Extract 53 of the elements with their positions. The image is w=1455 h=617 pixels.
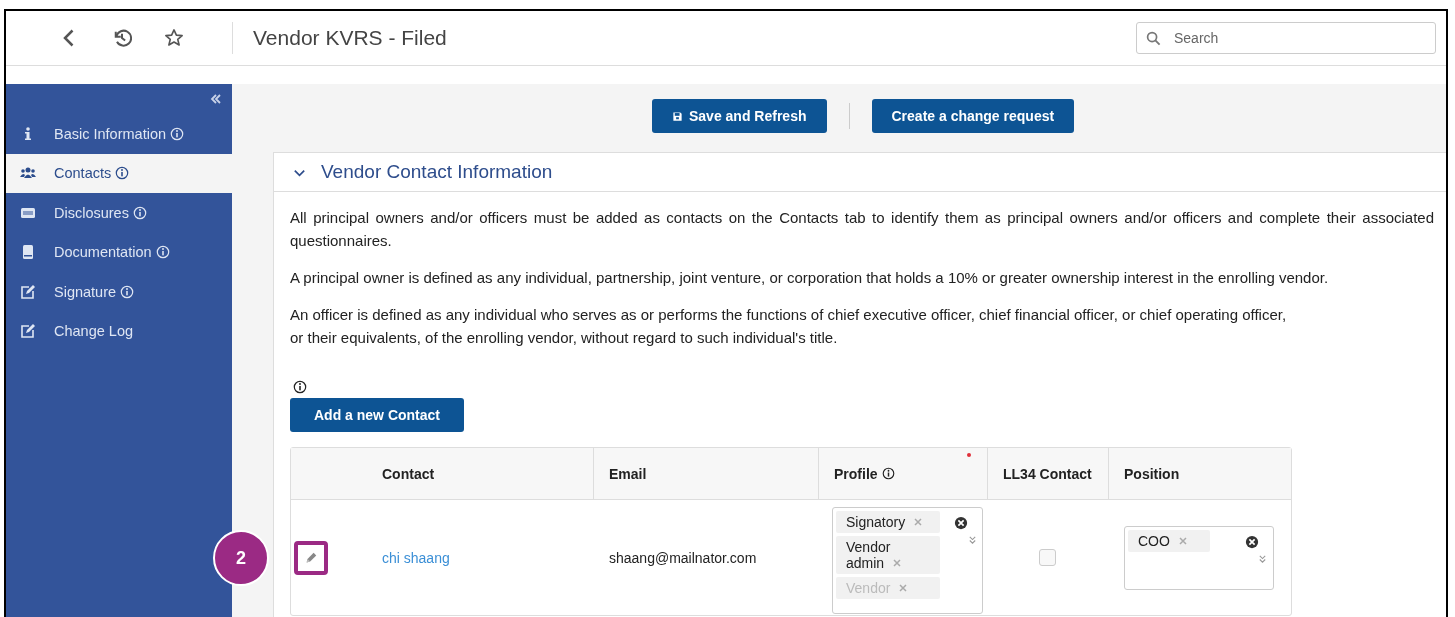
contact-link[interactable]: chi shaang	[382, 549, 450, 566]
history-icon[interactable]	[112, 28, 132, 48]
save-button[interactable]: Save and Refresh	[652, 99, 827, 133]
column-header: Position	[1124, 465, 1180, 482]
checkbox[interactable]	[1039, 549, 1056, 566]
info-icon	[881, 467, 895, 480]
expand-icon[interactable]	[967, 536, 977, 545]
section-title: Vendor Contact Information	[321, 161, 553, 183]
edit-icon	[20, 283, 36, 300]
add-contact-button[interactable]: Add a new Contact	[290, 398, 464, 432]
sidebar-item[interactable]: Signature	[6, 272, 232, 312]
edit-icon	[20, 323, 36, 340]
info-icon	[115, 166, 130, 181]
remove-icon[interactable]	[913, 517, 924, 527]
change-request-button[interactable]: Create a change request	[871, 99, 1075, 133]
sidebar-item[interactable]: Contacts	[6, 153, 232, 193]
collapse-icon[interactable]	[210, 94, 222, 104]
pencil-icon[interactable]	[304, 550, 318, 565]
info-icon	[132, 205, 147, 220]
save-icon	[672, 110, 683, 122]
star-icon[interactable]	[164, 28, 184, 48]
tag: COO	[1128, 529, 1210, 552]
sidebar-item[interactable]: Basic Information	[6, 114, 232, 154]
paragraph: All principal owners and/or officers must be added as contacts on the Contacts tab to identify them as principal owners and/or officers and complete their associated questionnaires.	[290, 208, 1434, 251]
clear-icon[interactable]	[954, 516, 968, 530]
info-icon	[170, 126, 185, 141]
remove-icon[interactable]	[1177, 535, 1188, 546]
sidebar-item[interactable]: Change Log	[6, 311, 232, 351]
search-icon	[1146, 31, 1161, 46]
info-icon	[155, 245, 170, 260]
search-field[interactable]: Search	[1136, 22, 1436, 54]
paragraph: An officer is defined as any individual who serves as or performs the functions of chief executive officer, chief financial officer, or chief operating officer, or their equivalents, of the enrolling vendor, without regard to such individual's title.	[290, 305, 1288, 348]
remove-icon[interactable]	[892, 558, 903, 568]
book-icon	[20, 244, 36, 261]
column-header: Profile	[834, 465, 878, 482]
tag: Signatory	[836, 511, 940, 533]
clear-icon[interactable]	[1244, 534, 1259, 549]
info-icon	[120, 284, 135, 299]
column-header: Email	[609, 465, 647, 482]
column-header: LL34 Contact	[1003, 465, 1092, 482]
column-header: Contact	[382, 465, 435, 482]
sidebar-item[interactable]: Disclosures	[6, 193, 232, 233]
callout-badge: 2	[213, 530, 269, 586]
tag: Vendor admin	[836, 536, 940, 574]
window-title: Vendor KVRS - Filed	[253, 26, 448, 50]
paragraph: A principal owner is defined as any individual, partnership, joint venture, or corporation that holds a 10% or greater ownership interest in the enrolling vendor.	[290, 268, 1330, 288]
email-text: shaang@mailnator.com	[609, 549, 757, 566]
remove-icon[interactable]	[898, 583, 909, 593]
required-mark	[967, 453, 971, 457]
expand-icon[interactable]	[1258, 554, 1267, 564]
multi-select-field[interactable]: COO	[1124, 525, 1274, 590]
info-icon	[293, 380, 307, 394]
sidebar-item[interactable]: Documentation	[6, 232, 232, 272]
